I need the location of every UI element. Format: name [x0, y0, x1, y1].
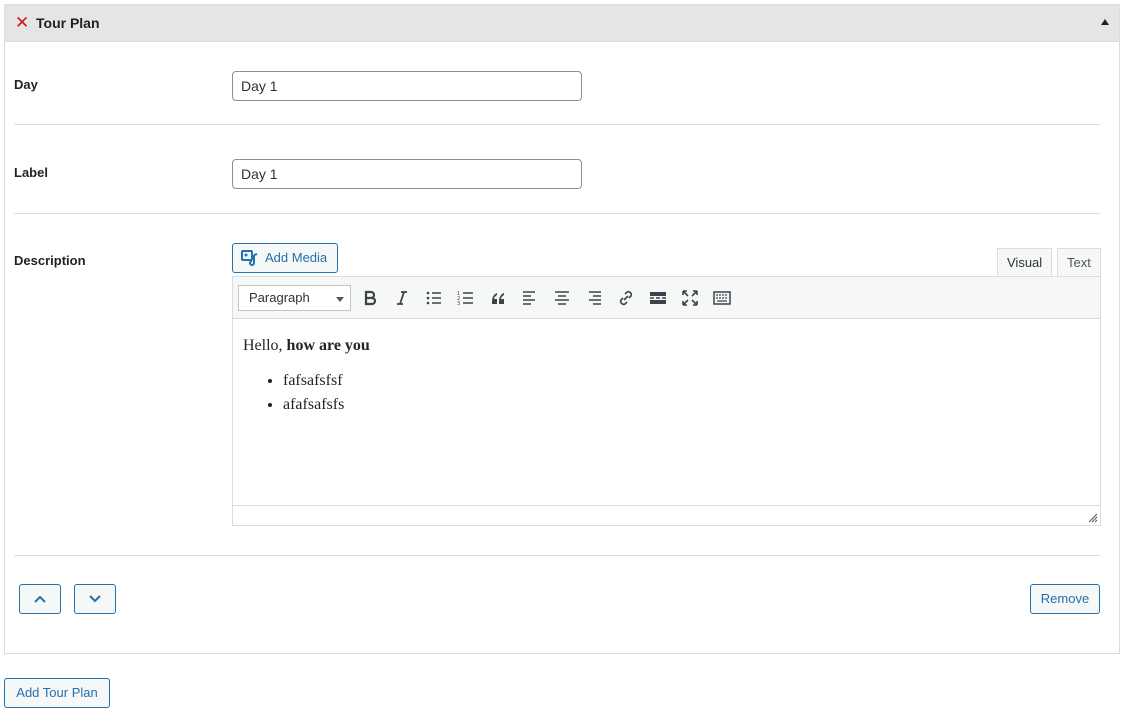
- content-paragraph: Hello, how are you: [243, 335, 1090, 357]
- content-text: Hello,: [243, 337, 287, 354]
- align-center-icon[interactable]: [549, 285, 575, 311]
- day-input[interactable]: [232, 71, 582, 101]
- chevron-up-icon: [34, 595, 46, 603]
- toolbar-toggle-icon[interactable]: [709, 285, 735, 311]
- editor-toolbar: Paragraph 123: [233, 277, 1100, 319]
- list-item: fafsafsfsf: [283, 369, 1090, 393]
- close-icon[interactable]: ✕: [15, 14, 29, 31]
- chevron-down-icon: [336, 297, 344, 302]
- svg-text:3: 3: [457, 301, 460, 307]
- fullscreen-icon[interactable]: [677, 285, 703, 311]
- rich-text-editor: Paragraph 123 Hello, how are you • fafsa…: [232, 276, 1101, 526]
- move-up-button[interactable]: [19, 584, 61, 614]
- add-media-label: Add Media: [265, 250, 328, 265]
- editor-content[interactable]: Hello, how are you fafsafsfsf afafsafsfs: [233, 319, 1100, 505]
- tab-text[interactable]: Text: [1057, 248, 1101, 277]
- day-label: Day: [14, 77, 38, 92]
- content-bold-text: how are you: [286, 337, 370, 354]
- panel-header[interactable]: ✕ Tour Plan: [5, 5, 1119, 42]
- label-label: Label: [14, 165, 48, 180]
- divider: [14, 213, 1100, 214]
- format-select-value: Paragraph: [249, 290, 310, 305]
- list-item: afafsafsfs: [283, 393, 1090, 417]
- bullet-list-icon[interactable]: [421, 285, 447, 311]
- align-right-icon[interactable]: [581, 285, 607, 311]
- media-icon: [241, 250, 258, 266]
- add-tour-plan-button[interactable]: Add Tour Plan: [4, 678, 110, 708]
- content-bullet-list: fafsafsfsf afafsafsfs: [243, 369, 1090, 417]
- link-icon[interactable]: [613, 285, 639, 311]
- format-select[interactable]: Paragraph: [238, 285, 351, 311]
- blockquote-icon[interactable]: [485, 285, 511, 311]
- italic-icon[interactable]: [389, 285, 415, 311]
- add-media-button[interactable]: Add Media: [232, 243, 338, 273]
- tab-visual[interactable]: Visual: [997, 248, 1053, 277]
- read-more-icon[interactable]: [645, 285, 671, 311]
- chevron-down-icon: [89, 595, 101, 603]
- align-left-icon[interactable]: [517, 285, 543, 311]
- triangle-up-icon[interactable]: [1101, 19, 1109, 25]
- bold-icon[interactable]: [357, 285, 383, 311]
- resize-handle-icon[interactable]: [1088, 513, 1098, 523]
- editor-status-bar: [233, 505, 1100, 525]
- label-input[interactable]: [232, 159, 582, 189]
- divider: [14, 124, 1100, 125]
- description-label: Description: [14, 253, 86, 268]
- divider: [14, 555, 1100, 556]
- panel-title: Tour Plan: [36, 15, 100, 31]
- remove-button[interactable]: Remove: [1030, 584, 1100, 614]
- move-down-button[interactable]: [74, 584, 116, 614]
- numbered-list-icon[interactable]: 123: [453, 285, 479, 311]
